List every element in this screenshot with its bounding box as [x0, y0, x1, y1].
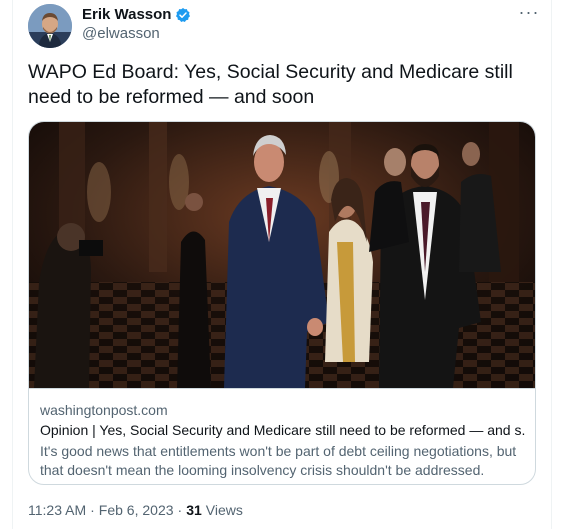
more-options-icon[interactable]: ···	[518, 2, 540, 22]
views-count[interactable]: 31	[186, 502, 202, 518]
card-description: It's good news that entitlements won't b…	[40, 443, 517, 478]
card-title[interactable]: Opinion | Yes, Social Security and Medic…	[40, 422, 526, 438]
link-card[interactable]: washingtonpost.com Opinion | Yes, Social…	[28, 121, 536, 485]
author-display-name[interactable]: Erik Wasson	[82, 6, 171, 23]
tweet-footer: 11:23 AM · Feb 6, 2023 · 31 Views	[28, 502, 243, 518]
avatar[interactable]	[28, 4, 72, 48]
tweet-text: WAPO Ed Board: Yes, Social Security and …	[28, 61, 513, 108]
author-name-row[interactable]: Erik Wasson	[82, 6, 191, 23]
views-label[interactable]: Views	[206, 502, 243, 518]
card-meta[interactable]: washingtonpost.com Opinion | Yes, Social…	[29, 388, 535, 484]
verified-badge-icon	[175, 7, 191, 23]
tweet-time[interactable]: 11:23 AM	[28, 502, 86, 518]
tweet-date[interactable]: Feb 6, 2023	[99, 502, 174, 518]
footer-separator: ·	[90, 502, 95, 518]
footer-separator-2: ·	[177, 502, 183, 518]
card-image[interactable]	[29, 122, 535, 388]
card-domain[interactable]: washingtonpost.com	[40, 402, 168, 418]
author-handle[interactable]: @elwasson	[82, 25, 160, 42]
